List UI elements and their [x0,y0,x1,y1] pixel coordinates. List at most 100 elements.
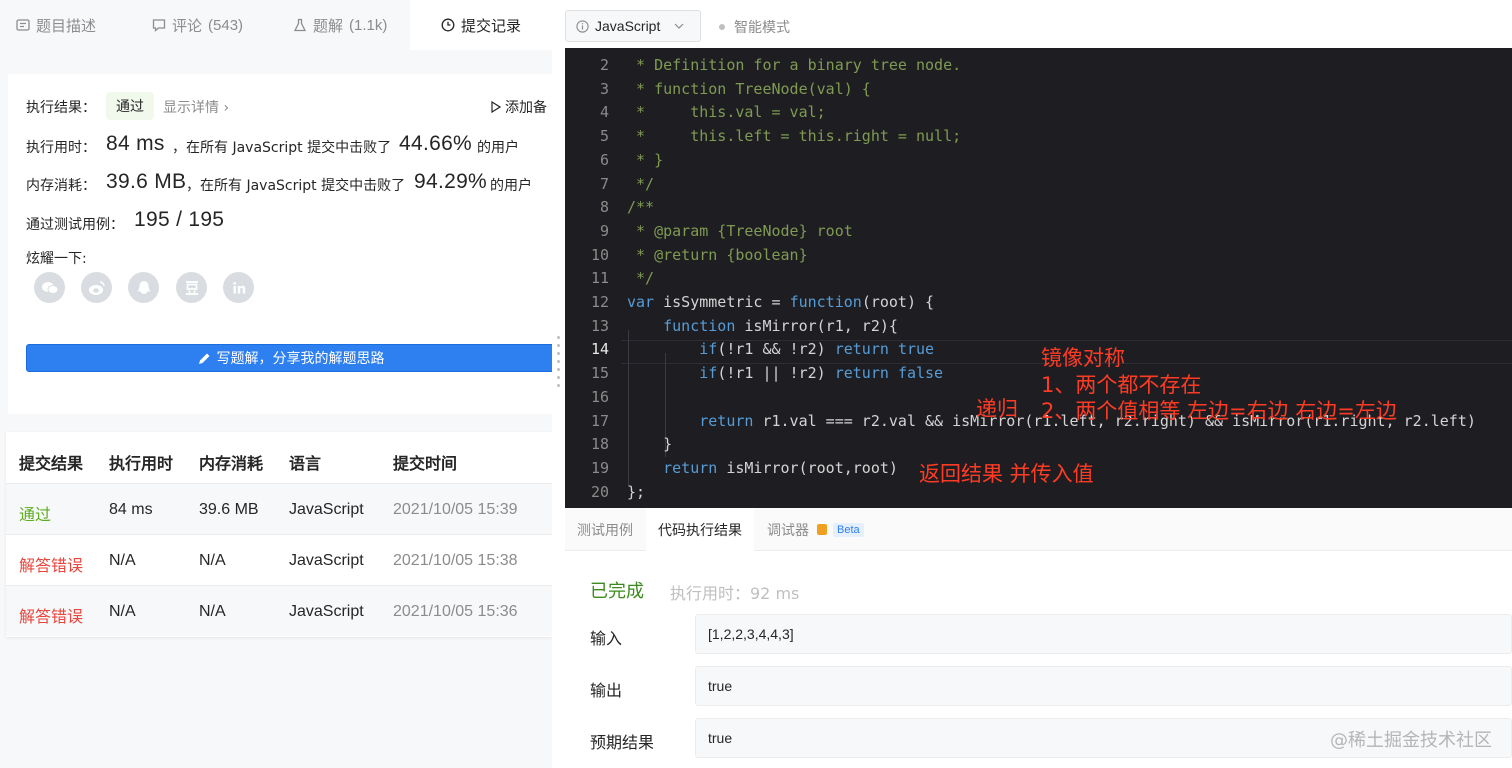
tab-run-result[interactable]: 代码执行结果 [646,508,754,551]
line-number: 16 [590,387,609,406]
beta-badge: Beta [833,522,864,537]
tab-submissions[interactable]: 提交记录 [410,0,552,50]
row-status[interactable]: 通过 [19,501,51,525]
watermark: @稀土掘金技术社区 [1330,730,1492,751]
status-badge: 通过 [106,92,154,120]
code-line: */ [627,174,655,193]
row-runtime: 84 ms [109,501,153,518]
code-line: var isSymmetric = function(root) { [627,293,935,311]
smart-mode-toggle[interactable]: 智能模式 [719,17,790,37]
line-number: 13 [590,316,609,335]
chevron-down-icon [674,23,684,29]
show-detail-link[interactable]: 显示详情 › [163,97,229,117]
wechat-icon[interactable] [34,272,65,303]
line-number: 20 [590,482,609,501]
runtime-text: ，在所有 JavaScript 提交中击败了 [172,140,392,156]
column-header: 内存消耗 [199,454,264,473]
result-tabs: 测试用例 代码执行结果 调试器 Beta [565,508,1512,551]
tab-label: 代码执行结果 [658,522,742,539]
annotation-mirror: 镜像对称 [1041,346,1125,370]
table-row[interactable]: 解答错误 N/A N/A JavaScript 2021/10/05 15:38 [6,534,552,585]
share-label: 炫耀一下: [26,251,87,267]
document-icon [16,18,30,32]
code-line: /** [627,198,655,217]
right-panel: JavaScript 智能模式 2 * Definition for a bin… [565,0,1512,768]
table-row[interactable]: 通过 84 ms 39.6 MB JavaScript 2021/10/05 1… [6,483,552,534]
run-exec-time: 执行用时：92 ms [670,584,800,603]
output-value: true [708,678,733,694]
row-time: 2021/10/05 15:39 [393,501,518,518]
expected-value: true [708,730,733,746]
clock-icon [441,18,455,32]
tab-label: 评论 [172,16,203,35]
code-line: */ [627,269,655,288]
tab-comments[interactable]: 评论 (543) [152,0,262,50]
tab-count: (1.1k) [349,16,388,34]
line-number: 3 [599,79,609,98]
qq-icon[interactable] [128,272,159,303]
column-header: 语言 [289,454,322,473]
code-line: * this.left = this.right = null; [627,127,962,146]
line-number: 4 [599,103,609,122]
input-label: 输入 [590,629,623,648]
add-note-button[interactable]: 添加备 [491,97,547,117]
row-language: JavaScript [289,603,364,620]
row-memory: N/A [199,552,226,569]
table-row[interactable]: 解答错误 N/A N/A JavaScript 2021/10/05 15:36 [6,585,552,636]
code-editor[interactable]: 2 * Definition for a binary tree node. 3 … [565,48,1512,508]
tab-label: 题目描述 [36,16,97,35]
tab-label: 调试器 [767,522,809,539]
submissions-table: 提交结果 执行用时 内存消耗 语言 提交时间 通过 84 ms 39.6 MB … [6,432,552,637]
code-line: }; [627,482,646,501]
write-solution-label: 写题解，分享我的解题思路 [216,351,385,367]
language-select[interactable]: JavaScript [565,10,701,42]
tab-label: 测试用例 [577,522,633,539]
linkedin-icon[interactable] [223,272,254,303]
runtime-value: 84 ms [106,132,165,155]
line-number: 18 [590,435,609,454]
memory-users: 的用户 [490,178,532,194]
tab-count: (543) [208,16,244,34]
code-line: if(!r1 && !r2) return true [699,340,935,359]
column-header: 提交结果 [19,454,84,473]
output-label: 输出 [590,681,623,700]
line-number: 15 [590,364,609,383]
tab-description[interactable]: 题目描述 [16,0,116,50]
tab-testcase[interactable]: 测试用例 [577,508,633,551]
memory-value: 39.6 MB [106,170,187,193]
info-icon [576,19,589,33]
line-number: 11 [590,269,609,288]
annotation-point2: 2、两个值相等 左边=右边 右边=左边 [1041,399,1397,423]
weibo-icon[interactable] [81,272,112,303]
expected-label: 预期结果 [590,733,655,752]
runtime-users: 的用户 [477,140,519,156]
tab-solutions[interactable]: 题解 (1.1k) [293,0,403,50]
line-number: 10 [590,245,609,264]
line-number: 12 [590,293,609,311]
submission-result-card: 执行结果： 通过 显示详情 › 添加备 执行用时： 84 ms ，在所有 Jav… [8,74,552,414]
column-header: 提交时间 [393,454,458,473]
flask-icon [293,18,307,32]
output-value-box: true [695,666,1512,706]
code-line: * @param {TreeNode} root [627,221,853,240]
tab-label: 提交记录 [460,16,521,35]
code-line: * this.val = val; [627,103,826,122]
panel-resize-handle[interactable] [552,0,565,768]
left-panel: 题目描述 评论 (543) 题解 (1.1k) 提交记录 执行结果： 通过 显示… [0,0,552,768]
tab-debugger[interactable]: 调试器 Beta [767,508,864,551]
memory-label: 内存消耗： [26,178,96,194]
write-solution-button[interactable]: 写题解，分享我的解题思路 [26,344,552,372]
row-runtime: N/A [109,603,136,620]
row-time: 2021/10/05 15:38 [393,552,518,569]
language-label: JavaScript [595,18,661,34]
code-line: return isMirror(root,root) [663,458,898,477]
row-status[interactable]: 解答错误 [19,552,83,576]
code-line: * } [627,150,664,169]
memory-text: ，在所有 JavaScript 提交中击败了 [186,178,406,194]
row-runtime: N/A [109,552,136,569]
pencil-icon [198,353,209,364]
row-status[interactable]: 解答错误 [19,603,83,627]
douban-icon[interactable] [176,272,207,303]
column-header: 执行用时 [109,454,174,473]
code-line: * function TreeNode(val) { [627,79,871,98]
